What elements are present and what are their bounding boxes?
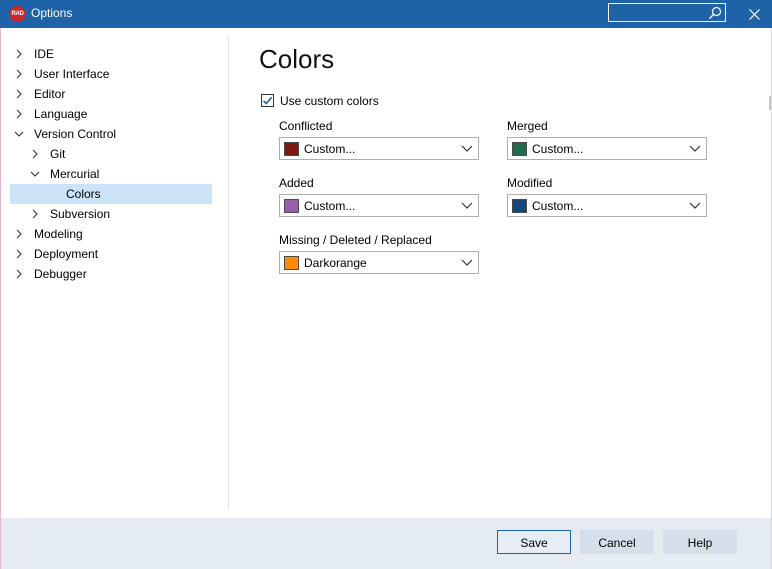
tree-item-label: Language [34,107,88,121]
modified-color-swatch [512,199,527,213]
chevron-down-icon [461,145,473,152]
conflicted-label: Conflicted [279,119,333,133]
added-color-dropdown[interactable]: Custom... [279,194,479,217]
missing-color-dropdown[interactable]: Darkorange [279,251,479,274]
tree-item-label: Debugger [34,267,87,281]
pane-divider[interactable] [228,36,229,510]
chevron-down-icon [689,145,701,152]
added-color-swatch [284,199,299,213]
search-input[interactable] [611,5,705,20]
chevron-down-icon[interactable] [14,129,24,139]
dialog-button-bar [1,518,771,569]
chevron-right-icon[interactable] [14,69,24,79]
chevron-right-icon[interactable] [30,209,40,219]
tree-item-label: IDE [34,47,55,61]
cancel-button[interactable]: Cancel [580,530,654,554]
tree-item-ide[interactable]: IDE [10,44,212,64]
tree-item-deployment[interactable]: Deployment [10,244,212,264]
tree-item-colors[interactable]: Colors [10,184,212,204]
page-title: Colors [259,44,335,74]
chevron-down-icon [461,259,473,266]
chevron-right-icon[interactable] [14,249,24,259]
conflicted-color-swatch [284,142,299,156]
tree-item-mercurial[interactable]: Mercurial [10,164,212,184]
tree-item-subversion[interactable]: Subversion [10,204,212,224]
tree-item-label: Subversion [50,207,111,221]
tree-item-label: Version Control [34,127,117,141]
options-search-box[interactable] [608,3,726,22]
chevron-right-icon[interactable] [14,49,24,59]
tree-item-language[interactable]: Language [10,104,212,124]
added-color-value: Custom... [304,199,356,213]
chevron-down-icon[interactable] [30,169,40,179]
chevron-right-icon[interactable] [14,89,24,99]
modified-color-value: Custom... [532,199,584,213]
close-icon [748,8,760,20]
window-title: Options [31,6,73,20]
scroll-marker [769,96,771,110]
help-button[interactable]: Help [663,530,737,554]
app-logo-icon: RAD [9,6,26,22]
save-button[interactable]: Save [497,530,571,554]
tree-item-version-control[interactable]: Version Control [10,124,212,144]
tree-item-editor[interactable]: Editor [10,84,212,104]
missing-color-swatch [284,256,299,270]
merged-color-swatch [512,142,527,156]
tree-item-label: Mercurial [50,167,100,181]
missing-label: Missing / Deleted / Replaced [279,233,432,247]
added-label: Added [279,176,314,190]
modified-color-dropdown[interactable]: Custom... [507,194,707,217]
tree-item-label: Colors [66,187,101,201]
merged-color-dropdown[interactable]: Custom... [507,137,707,160]
merged-color-value: Custom... [532,142,584,156]
tree-item-user-interface[interactable]: User Interface [10,64,212,84]
window-border [0,28,1,569]
missing-color-value: Darkorange [304,256,367,270]
use-custom-colors-checkbox[interactable] [261,94,274,107]
tree-item-modeling[interactable]: Modeling [10,224,212,244]
conflicted-color-dropdown[interactable]: Custom... [279,137,479,160]
tree-item-label: Editor [34,87,66,101]
chevron-right-icon[interactable] [14,109,24,119]
chevron-right-icon[interactable] [30,149,40,159]
search-icon[interactable] [708,6,722,20]
close-button[interactable] [742,4,766,24]
tree-item-label: Deployment [34,247,99,261]
chevron-down-icon [461,202,473,209]
merged-label: Merged [507,119,548,133]
chevron-right-icon[interactable] [14,269,24,279]
chevron-down-icon [689,202,701,209]
title-bar: RAD Options [0,0,772,28]
modified-label: Modified [507,176,553,190]
tree-item-label: Modeling [34,227,83,241]
tree-item-label: User Interface [34,67,110,81]
tree-item-git[interactable]: Git [10,144,212,164]
use-custom-colors-label[interactable]: Use custom colors [280,94,379,108]
tree-item-label: Git [50,147,66,161]
tree-item-debugger[interactable]: Debugger [10,264,212,284]
chevron-right-icon[interactable] [14,229,24,239]
conflicted-color-value: Custom... [304,142,356,156]
checkmark-icon [262,96,273,105]
options-tree: IDE User Interface Editor Language Version C… [10,44,212,284]
